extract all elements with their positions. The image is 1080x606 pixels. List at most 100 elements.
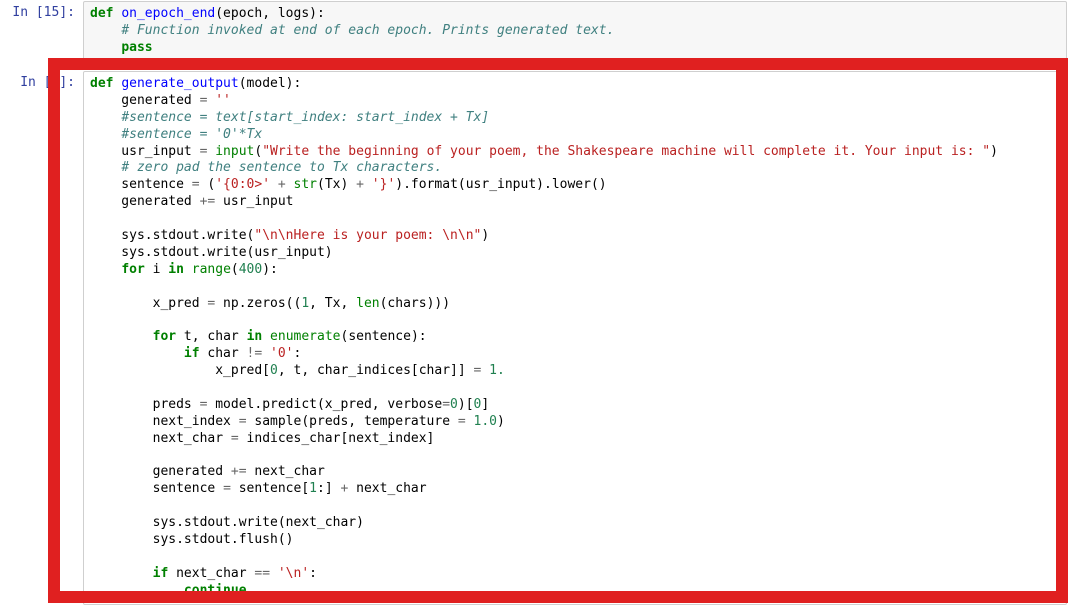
token-num: 1 [301, 296, 309, 311]
token-str: '}' [372, 177, 395, 192]
token-op: += [231, 464, 247, 479]
token-text: .lower() [544, 177, 607, 192]
token-kw: if [153, 566, 169, 581]
token-text: ] [481, 397, 489, 412]
token-text: usr_input [90, 144, 200, 159]
token-kw: continue [184, 583, 247, 598]
token-def: generate_output [121, 76, 238, 91]
token-bin: input [215, 144, 254, 159]
cell-prompt: In [15]: [1, 1, 83, 62]
token-text [184, 262, 192, 277]
token-op: + [278, 177, 286, 192]
token-text [90, 110, 121, 125]
token-kw: in [247, 329, 263, 344]
token-text: )[ [458, 397, 474, 412]
token-text: preds [90, 397, 200, 412]
token-text: next_char [247, 464, 325, 479]
token-text [270, 177, 278, 192]
token-text: sys.stdout.write(next_char) [90, 515, 364, 530]
token-text: t, char [176, 329, 246, 344]
token-str: '0' [270, 346, 293, 361]
token-com: #sentence = text[start_index: start_inde… [121, 110, 489, 125]
token-text [481, 363, 489, 378]
token-text: (sentence): [341, 329, 427, 344]
token-text: ) [481, 228, 489, 243]
token-text: i [145, 262, 168, 277]
token-op: = [231, 431, 239, 446]
token-text: model.predict(x_pred, verbose [207, 397, 442, 412]
token-str: '\n' [278, 566, 309, 581]
token-bin: enumerate [270, 329, 340, 344]
token-text: x_pred[ [90, 363, 270, 378]
token-op: = [442, 397, 450, 412]
token-bin: range [192, 262, 231, 277]
token-kw: for [153, 329, 176, 344]
token-op: != [247, 346, 263, 361]
token-op: = [192, 177, 200, 192]
token-text: ( [200, 177, 216, 192]
token-text: sentence [90, 177, 192, 192]
token-text [270, 566, 278, 581]
token-str: "\n\nHere is your poem: \n\n" [254, 228, 481, 243]
token-text [262, 346, 270, 361]
token-text [90, 127, 121, 142]
token-text: usr_input [215, 194, 293, 209]
token-kw: pass [121, 40, 152, 55]
token-text: sys.stdout.flush() [90, 532, 294, 547]
token-str: "Write the beginning of your poem, the S… [262, 144, 990, 159]
token-text: ) [395, 177, 403, 192]
token-bin: len [356, 296, 379, 311]
token-text: generated [90, 93, 200, 108]
token-text: ) [990, 144, 998, 159]
token-text: sys.stdout.write( [90, 228, 254, 243]
token-text [90, 566, 153, 581]
token-text: next_char [168, 566, 254, 581]
token-text [466, 414, 474, 429]
token-num: 400 [239, 262, 262, 277]
code-input-area[interactable]: def generate_output(model): generated = … [83, 71, 1067, 605]
token-op: == [254, 566, 270, 581]
token-op: = [239, 414, 247, 429]
token-text: , Tx, [309, 296, 356, 311]
token-kw: def [90, 76, 121, 91]
token-text: generated [90, 194, 200, 209]
token-text: ): [262, 262, 278, 277]
token-op: = [458, 414, 466, 429]
code-cell-1: In [15]: def on_epoch_end(epoch, logs): … [0, 0, 1068, 63]
token-text [90, 329, 153, 344]
token-text: sentence [90, 481, 223, 496]
token-text: next_char [90, 431, 231, 446]
token-str: '' [215, 93, 231, 108]
token-com: # zero pad the sentence to Tx characters… [121, 160, 442, 175]
token-text: (model): [239, 76, 302, 91]
token-text [90, 40, 121, 55]
token-text [286, 177, 294, 192]
code-input-area[interactable]: def on_epoch_end(epoch, logs): # Functio… [83, 1, 1067, 62]
token-text [90, 262, 121, 277]
token-kw: def [90, 6, 121, 21]
token-def: on_epoch_end [121, 6, 215, 21]
token-num: 1. [489, 363, 505, 378]
token-com: #sentence = '0'*Tx [121, 127, 262, 142]
token-text [90, 583, 184, 598]
token-text: (epoch, logs): [215, 6, 325, 21]
token-text: np.zeros(( [215, 296, 301, 311]
token-text [262, 329, 270, 344]
token-text: :] [317, 481, 340, 496]
token-text: : [294, 346, 302, 361]
token-text: ( [231, 262, 239, 277]
token-text [90, 23, 121, 38]
token-text: (chars))) [380, 296, 450, 311]
token-text [364, 177, 372, 192]
token-text: .format(usr_input) [403, 177, 544, 192]
token-text: sys.stdout.write(usr_input) [90, 245, 333, 260]
token-text: next_char [348, 481, 426, 496]
token-bin: str [294, 177, 317, 192]
token-text: x_pred [90, 296, 207, 311]
code-cell-2: In [ ]: def generate_output(model): gene… [0, 70, 1068, 606]
token-text: ) [497, 414, 505, 429]
token-op: += [200, 194, 216, 209]
token-str: '{0:0>' [215, 177, 270, 192]
token-kw: for [121, 262, 144, 277]
token-text: , t, char_indices[char]] [278, 363, 474, 378]
